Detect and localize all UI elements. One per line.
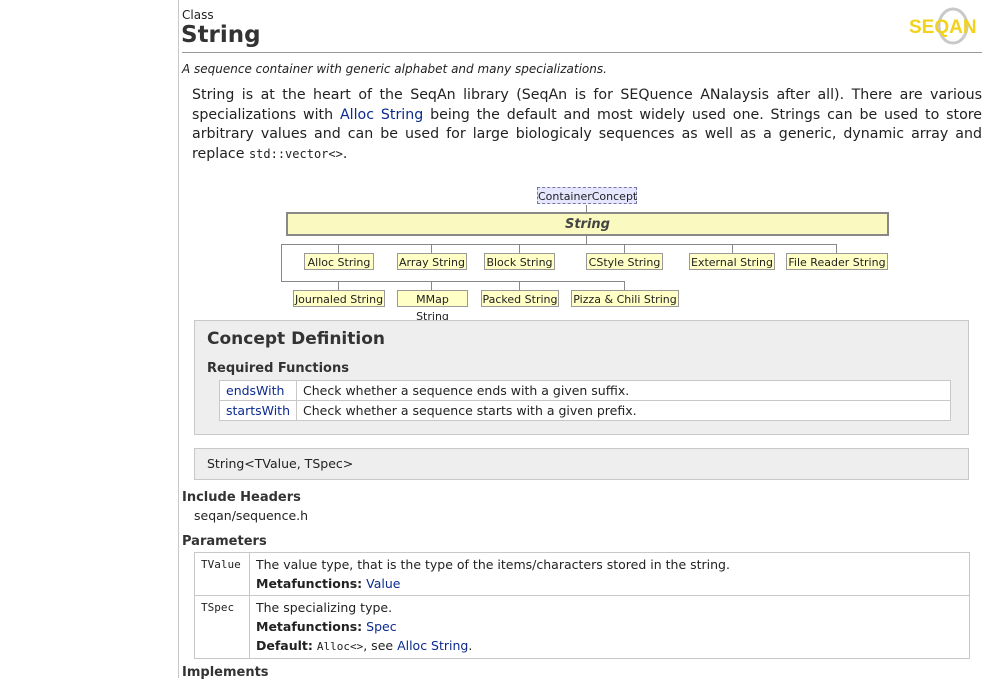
table-row: endsWith Check whether a sequence ends w…: [218, 380, 951, 401]
required-functions-heading: Required Functions: [207, 361, 349, 376]
diagram-node-file-reader-string[interactable]: File Reader String: [786, 253, 888, 270]
diagram-line: [836, 244, 837, 253]
required-functions-table: endsWith Check whether a sequence ends w…: [218, 380, 951, 421]
diagram-line: [431, 281, 432, 290]
diagram-node-containerconcept[interactable]: ContainerConcept: [537, 187, 637, 204]
concept-definition-box: Concept Definition Required Functions en…: [194, 320, 969, 435]
diagram-line: [281, 281, 624, 282]
class-signature: String<TValue, TSpec>: [194, 448, 969, 480]
sidebar-border: [178, 0, 179, 678]
logo-text: SEQAN: [909, 17, 977, 38]
diagram-line: [338, 244, 339, 253]
default-label: Default:: [256, 638, 313, 653]
function-link-endswith[interactable]: endsWith: [218, 380, 298, 401]
diagram-node-cstyle-string[interactable]: CStyle String: [586, 253, 663, 270]
title-divider: [182, 52, 982, 53]
param-description: The value type, that is the type of the …: [256, 557, 730, 572]
function-description: Check whether a sequence starts with a g…: [296, 400, 951, 421]
param-metafunctions: Metafunctions: Spec: [256, 617, 963, 636]
metafunction-link-spec[interactable]: Spec: [366, 619, 396, 634]
diagram-line: [586, 236, 587, 245]
diagram-node-journaled-string[interactable]: Journaled String: [293, 290, 385, 307]
diagram-node-block-string[interactable]: Block String: [484, 253, 555, 270]
param-name: TValue: [194, 552, 250, 596]
diagram-line: [281, 244, 282, 282]
diagram-line: [624, 281, 625, 290]
desc-text-3: .: [342, 145, 348, 162]
concept-definition-heading: Concept Definition: [207, 329, 385, 349]
alloc-string-link[interactable]: Alloc String: [340, 107, 423, 123]
parameters-table: TValue The value type, that is the type …: [194, 552, 970, 659]
diagram-node-pizza-chili-string[interactable]: Pizza & Chili String: [571, 290, 679, 307]
alloc-string-link[interactable]: Alloc String: [397, 638, 468, 653]
diagram-line: [281, 244, 837, 245]
function-link-startswith[interactable]: startsWith: [218, 400, 298, 421]
class-description: String is at the heart of the SeqAn libr…: [192, 86, 982, 164]
diagram-node-external-string[interactable]: External String: [689, 253, 775, 270]
diagram-node-alloc-string[interactable]: Alloc String: [304, 253, 374, 270]
diagram-line: [624, 244, 625, 253]
metafunction-link-value[interactable]: Value: [366, 576, 400, 591]
metafunctions-label: Metafunctions:: [256, 619, 363, 634]
include-path: seqan/sequence.h: [194, 508, 309, 523]
table-row: TSpec The specializing type. Metafunctio…: [194, 595, 970, 659]
diagram-node-array-string[interactable]: Array String: [397, 253, 467, 270]
diagram-line: [338, 281, 339, 290]
param-metafunctions: Metafunctions: Value: [256, 574, 963, 593]
metafunctions-label: Metafunctions:: [256, 576, 363, 591]
param-details: The specializing type. Metafunctions: Sp…: [249, 595, 970, 659]
param-name: TSpec: [194, 595, 250, 659]
function-description: Check whether a sequence ends with a giv…: [296, 380, 951, 401]
diagram-line: [519, 244, 520, 253]
param-default: Default: Alloc<>, see Alloc String.: [256, 636, 963, 656]
param-description: The specializing type.: [256, 600, 393, 615]
parameters-heading: Parameters: [182, 534, 267, 549]
seqan-logo[interactable]: SEQAN: [907, 6, 983, 46]
diagram-line: [732, 244, 733, 253]
page-title: String: [181, 22, 261, 48]
table-row: startsWith Check whether a sequence star…: [218, 400, 951, 421]
default-end: .: [468, 638, 473, 653]
diagram-node-string[interactable]: String: [286, 212, 889, 236]
brief-description: A sequence container with generic alphab…: [182, 62, 607, 76]
include-headers-heading: Include Headers: [182, 490, 301, 505]
default-code: Alloc<>: [316, 640, 364, 653]
diagram-node-packed-string[interactable]: Packed String: [481, 290, 559, 307]
diagram-node-mmap-string[interactable]: MMap String: [397, 290, 468, 323]
entity-kind: Class: [182, 8, 214, 22]
diagram-line: [431, 244, 432, 253]
table-row: TValue The value type, that is the type …: [194, 552, 970, 596]
diagram-line: [519, 281, 520, 290]
param-details: The value type, that is the type of the …: [249, 552, 970, 596]
default-separator: , see: [363, 638, 398, 653]
std-vector-code: std::vector<>: [248, 146, 343, 161]
